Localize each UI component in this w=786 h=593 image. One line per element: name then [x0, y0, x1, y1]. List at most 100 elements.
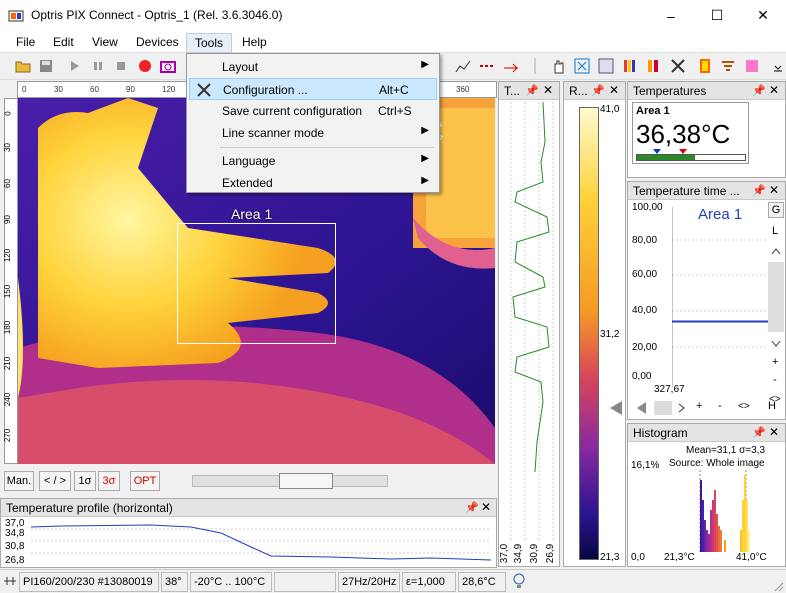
menu-devices[interactable]: Devices [136, 35, 179, 51]
panel-close-icon[interactable]: ✕ [769, 183, 779, 197]
bottom-button-minus[interactable]: - [718, 400, 722, 412]
side-button-l[interactable]: L [772, 225, 778, 237]
panel-close-icon[interactable]: ✕ [543, 83, 553, 97]
menu-item-language-label: Language [222, 154, 276, 168]
fit-icon[interactable] [574, 58, 590, 74]
range-pointer-icon[interactable] [608, 400, 624, 416]
pin-icon[interactable]: 📌 [752, 426, 766, 439]
snapshot-icon[interactable] [160, 58, 176, 74]
manual-button[interactable]: Man. [4, 471, 34, 491]
temp-time-y-tick: 0,00 [632, 371, 652, 382]
area-1-temperature-card[interactable]: Area 1 36,38°C [632, 102, 749, 164]
minimize-button[interactable]: – [648, 0, 694, 31]
color-bar-icon[interactable] [646, 58, 662, 74]
pin-icon[interactable]: 📌 [465, 501, 479, 514]
line-scan-icon[interactable] [503, 58, 519, 74]
pin-icon[interactable]: 📌 [525, 84, 539, 97]
menu-item-language[interactable]: Language ▶ [189, 150, 437, 172]
menu-separator [220, 147, 434, 148]
pause-icon[interactable] [90, 58, 106, 74]
menu-item-extended[interactable]: Extended ▶ [189, 172, 437, 194]
range-button[interactable]: < / > [39, 471, 71, 491]
vprofile-x-tick: 30,9 [529, 543, 541, 564]
ruler-tick: 240 [3, 392, 13, 407]
temp-time-y-tick: 60,00 [632, 269, 658, 280]
scrollbar-thumb[interactable] [768, 262, 784, 332]
extra-icon[interactable] [744, 58, 760, 74]
side-button-plus[interactable]: + [772, 356, 778, 368]
ruler-tick: 180 [3, 320, 13, 335]
line-profile-icon[interactable] [479, 58, 495, 74]
open-icon[interactable] [15, 58, 31, 74]
side-button-g[interactable]: G [768, 202, 784, 218]
bottom-button-plus[interactable]: + [696, 400, 702, 412]
ruler-tick: 60 [90, 85, 99, 94]
maximize-button[interactable]: ☐ [694, 0, 740, 31]
bottom-button-range[interactable]: <> [738, 401, 750, 412]
area-1-box[interactable] [177, 223, 336, 344]
record-icon[interactable] [137, 58, 153, 74]
three-sigma-button[interactable]: 3σ [98, 471, 120, 491]
temp-time-panel: Temperature time ... 📌 ✕ Area 1 100,00 8… [627, 181, 786, 420]
hand-icon[interactable] [550, 58, 566, 74]
menu-item-configuration[interactable]: Configuration ... Alt+C [189, 78, 437, 100]
scroll-thumb[interactable] [654, 401, 672, 415]
overflow-chevron-icon[interactable] [770, 58, 786, 74]
save-icon[interactable] [38, 58, 54, 74]
status-bar: PI160/200/230 #13080019 38° -20°C .. 100… [0, 569, 786, 593]
histogram-zero: 0,0 [631, 552, 645, 563]
histogram-bars [700, 475, 750, 552]
menu-file[interactable]: File [16, 35, 35, 51]
scroll-down-icon[interactable] [771, 340, 781, 348]
range-panel-title: R... [569, 84, 588, 98]
side-button-minus[interactable]: - [773, 374, 777, 386]
vprofile-x-tick: 37,0 [499, 543, 511, 564]
graph-icon[interactable] [455, 58, 471, 74]
resize-grip-icon[interactable] [772, 580, 784, 592]
bottom-button-h[interactable]: H [768, 400, 776, 412]
lightbulb-icon[interactable] [512, 573, 526, 589]
title-bar: Optris PIX Connect - Optris_1 (Rel. 3.6.… [0, 0, 786, 31]
temp-time-y-tick: 80,00 [632, 235, 658, 246]
tools-icon[interactable] [670, 58, 686, 74]
menu-help[interactable]: Help [242, 35, 267, 51]
scroll-up-icon[interactable] [771, 247, 781, 255]
panel-close-icon[interactable]: ✕ [609, 83, 619, 97]
range-max-label: 41,0 [600, 104, 620, 115]
histogram-percent: 16,1% [631, 460, 660, 471]
panel-close-icon[interactable]: ✕ [769, 83, 779, 97]
range-panel: R... 📌 ✕ 41,0 31,2 21,3 [563, 81, 626, 567]
pin-icon[interactable]: 📌 [752, 84, 766, 97]
color-bar[interactable] [579, 107, 599, 560]
opt-button[interactable]: OPT [130, 471, 160, 491]
temp-profile-title: Temperature profile (horizontal) [6, 501, 173, 515]
zoom-icon[interactable] [598, 58, 614, 74]
pin-icon[interactable]: 📌 [752, 184, 766, 197]
pin-icon[interactable]: 📌 [591, 84, 605, 97]
menu-edit[interactable]: Edit [53, 35, 74, 51]
ruler-left: 0 30 60 90 120 150 180 210 240 270 [2, 98, 18, 464]
stop-icon[interactable] [113, 58, 129, 74]
calibrate-icon[interactable] [720, 58, 736, 74]
tools-dropdown: Layout ▶ Configuration ... Alt+C Save cu… [186, 53, 440, 193]
temp-time-title: Temperature time ... [633, 184, 740, 198]
one-sigma-button[interactable]: 1σ [74, 471, 96, 491]
ruler-tick: 60 [2, 179, 12, 188]
play-icon[interactable] [66, 58, 82, 74]
status-emissivity: ε=1,000 [402, 572, 456, 592]
scroll-right-icon[interactable] [678, 403, 686, 413]
menu-item-save-configuration[interactable]: Save current configuration Ctrl+S [189, 100, 437, 122]
menu-item-save-configuration-label: Save current configuration [222, 104, 363, 118]
menu-item-line-scanner[interactable]: Line scanner mode ▶ [189, 122, 437, 144]
menu-tools[interactable]: Tools [186, 33, 232, 53]
close-button[interactable]: ✕ [740, 0, 786, 31]
menu-item-layout[interactable]: Layout ▶ [189, 56, 437, 78]
menu-view[interactable]: View [92, 35, 118, 51]
flag-icon[interactable] [697, 58, 713, 74]
scroll-left-icon[interactable] [634, 400, 650, 416]
palette-icon[interactable] [622, 58, 638, 74]
slider-track[interactable] [192, 473, 388, 489]
slider-thumb[interactable] [279, 473, 333, 489]
panel-close-icon[interactable]: ✕ [481, 500, 491, 514]
panel-close-icon[interactable]: ✕ [769, 425, 779, 439]
